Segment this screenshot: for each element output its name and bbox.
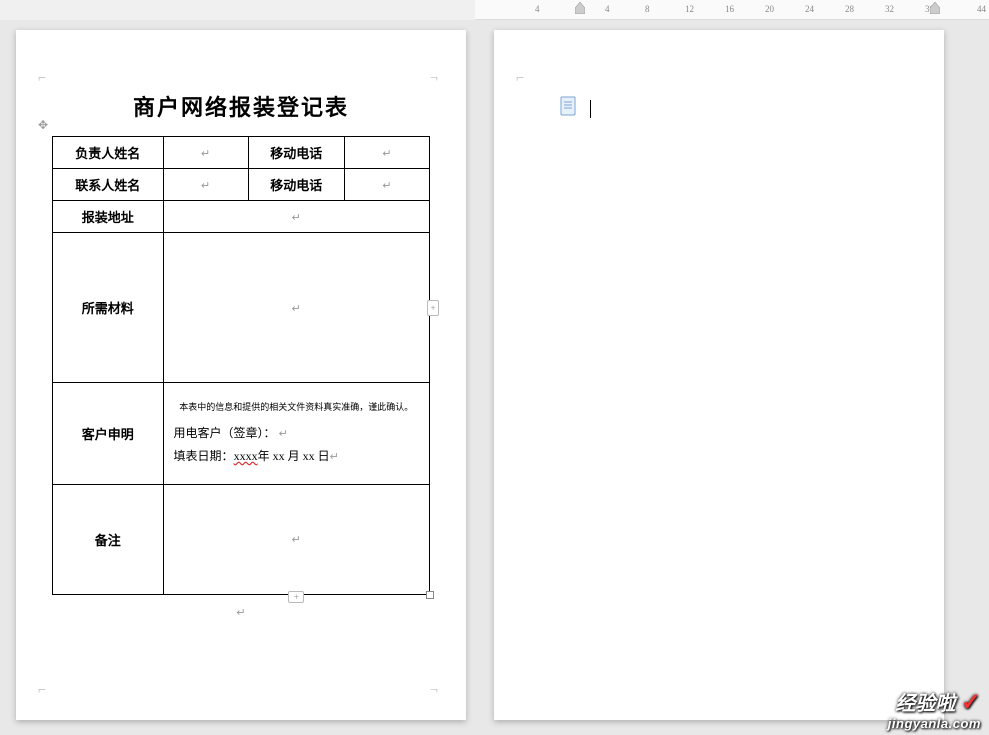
paragraph-mark-icon: ↵ [382, 180, 391, 192]
page-2[interactable]: ⌐ [494, 30, 944, 720]
table-anchor-icon[interactable]: ✥ [38, 118, 48, 133]
field-install-address[interactable]: ↵ [163, 201, 429, 233]
indent-marker-icon[interactable] [575, 2, 585, 12]
page-1[interactable]: ⌐ ¬ ⌐ ¬ ✥ 商户网络报装登记表 负责人姓名 ↵ 移动电话 ↵ 联系人姓名… [16, 30, 466, 720]
paragraph-mark-icon: ↵ [236, 607, 245, 619]
page-2-content[interactable] [530, 90, 908, 121]
label-customer-declaration[interactable]: 客户申明 [53, 383, 164, 485]
label-remarks[interactable]: 备注 [53, 484, 164, 594]
crop-mark-icon: ¬ [430, 684, 444, 698]
paragraph-mark-icon: ↵ [279, 428, 288, 440]
add-row-handle-icon[interactable]: + [288, 591, 304, 603]
table-row: 所需材料 ↵ + [53, 233, 430, 383]
date-year-value: xxxx [234, 449, 258, 463]
label-contact-name[interactable]: 联系人姓名 [53, 169, 164, 201]
document-workspace: ⌐ ¬ ⌐ ¬ ✥ 商户网络报装登记表 负责人姓名 ↵ 移动电话 ↵ 联系人姓名… [0, 20, 989, 735]
paragraph-mark-icon: ↵ [292, 534, 301, 546]
table-row: 报装地址 ↵ [53, 201, 430, 233]
field-customer-declaration[interactable]: 本表中的信息和提供的相关文件资料真实准确，谨此确认。 用电客户（签章）： ↵ 填… [163, 383, 429, 485]
ruler-tick: 4 [605, 4, 610, 14]
paragraph-mark-icon: ↵ [330, 451, 339, 463]
field-mobile-phone-2[interactable]: ↵ [344, 169, 429, 201]
form-table-container: 负责人姓名 ↵ 移动电话 ↵ 联系人姓名 ↵ 移动电话 ↵ 报装地址 ↵ 所需材… [52, 136, 430, 595]
registration-form-table[interactable]: 负责人姓名 ↵ 移动电话 ↵ 联系人姓名 ↵ 移动电话 ↵ 报装地址 ↵ 所需材… [52, 136, 430, 595]
table-row: 负责人姓名 ↵ 移动电话 ↵ [53, 137, 430, 169]
ruler-tick: 20 [765, 4, 774, 14]
text-cursor-icon [590, 100, 591, 118]
label-install-address[interactable]: 报装地址 [53, 201, 164, 233]
crop-mark-icon: ⌐ [38, 684, 52, 698]
table-row: 联系人姓名 ↵ 移动电话 ↵ [53, 169, 430, 201]
add-column-handle-icon[interactable]: + [427, 300, 439, 316]
ruler-tick: 16 [725, 4, 734, 14]
label-mobile-phone-1[interactable]: 移动电话 [248, 137, 344, 169]
ruler-tick: 28 [845, 4, 854, 14]
declaration-signature-line[interactable]: 用电客户（签章）： ↵ [174, 422, 419, 445]
label-responsible-name[interactable]: 负责人姓名 [53, 137, 164, 169]
paragraph-mark-icon: ↵ [382, 148, 391, 160]
document-title[interactable]: 商户网络报装登记表 [52, 90, 430, 122]
field-remarks[interactable]: ↵ + [163, 484, 429, 594]
ruler-tick: 44 [977, 4, 986, 14]
field-required-materials[interactable]: ↵ + [163, 233, 429, 383]
label-required-materials[interactable]: 所需材料 [53, 233, 164, 383]
trailing-paragraph[interactable]: ↵ [52, 603, 430, 621]
paragraph-mark-icon: ↵ [201, 148, 210, 160]
field-contact-name[interactable]: ↵ [163, 169, 248, 201]
ruler-tick: 4 [535, 4, 540, 14]
table-row: 客户申明 本表中的信息和提供的相关文件资料真实准确，谨此确认。 用电客户（签章）… [53, 383, 430, 485]
horizontal-ruler: 4 4 8 12 16 20 24 28 32 36 44 [475, 0, 989, 20]
date-day-value: xx [303, 449, 315, 463]
ruler-tick: 8 [645, 4, 650, 14]
field-mobile-phone-1[interactable]: ↵ [344, 137, 429, 169]
date-month-value: xx [273, 449, 285, 463]
table-resize-handle-icon[interactable] [426, 591, 434, 599]
declaration-notice: 本表中的信息和提供的相关文件资料真实准确，谨此确认。 [174, 399, 419, 416]
crop-mark-icon: ⌐ [38, 72, 52, 86]
field-responsible-name[interactable]: ↵ [163, 137, 248, 169]
crop-mark-icon: ⌐ [516, 72, 530, 86]
paragraph-mark-icon: ↵ [201, 180, 210, 192]
label-mobile-phone-2[interactable]: 移动电话 [248, 169, 344, 201]
indent-marker-icon[interactable] [930, 2, 940, 17]
ruler-tick: 12 [685, 4, 694, 14]
paragraph-mark-icon: ↵ [292, 212, 301, 224]
ruler-tick: 32 [885, 4, 894, 14]
paragraph-mark-icon: ↵ [292, 303, 301, 315]
crop-mark-icon: ¬ [430, 72, 444, 86]
table-row: 备注 ↵ + [53, 484, 430, 594]
declaration-date-line[interactable]: 填表日期：xxxx年 xx 月 xx 日↵ [174, 445, 419, 468]
ruler-tick: 24 [805, 4, 814, 14]
document-icon [560, 96, 578, 121]
